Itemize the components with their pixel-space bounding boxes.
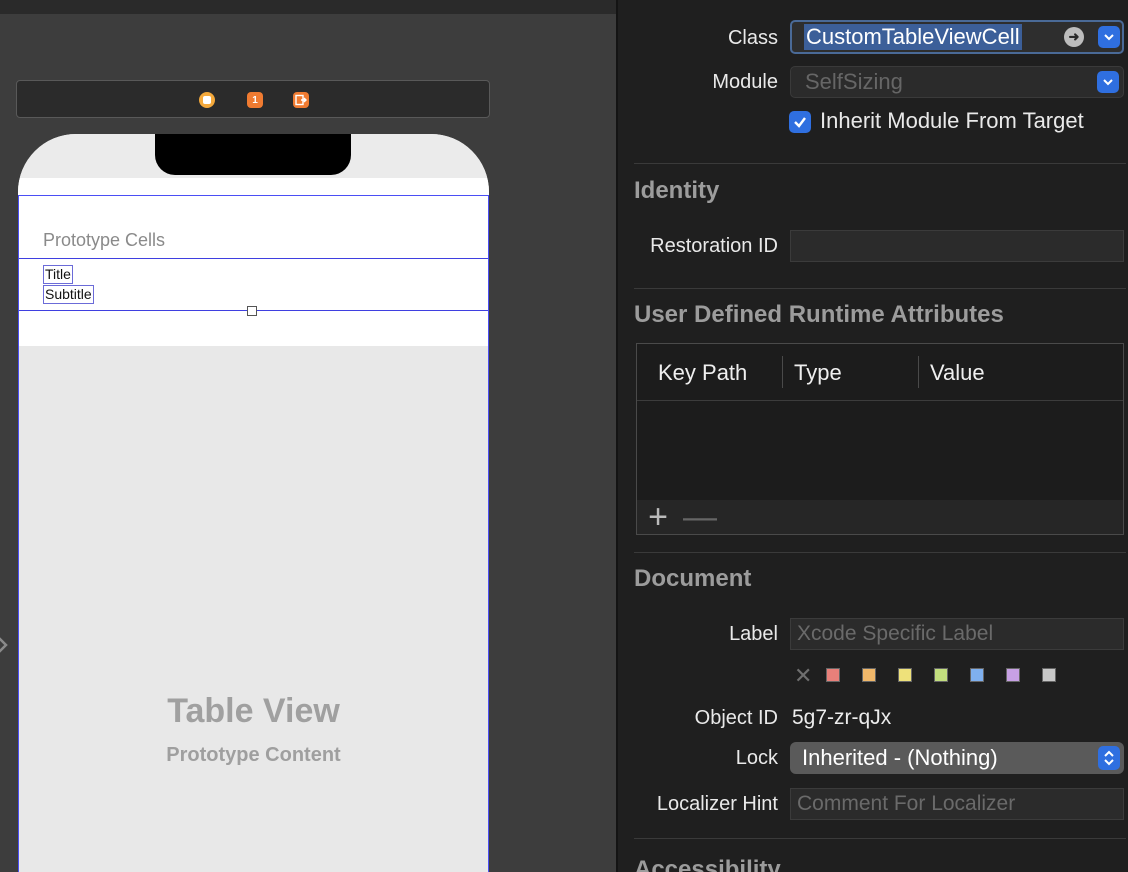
chevron-down-icon[interactable] xyxy=(1097,71,1119,93)
column-header-key-path[interactable]: Key Path xyxy=(658,360,747,386)
localizer-hint-placeholder: Comment For Localizer xyxy=(797,792,1016,815)
section-divider xyxy=(634,163,1126,164)
identity-section-title[interactable]: Identity xyxy=(634,177,719,205)
module-placeholder: SelfSizing xyxy=(805,69,903,94)
module-label: Module xyxy=(712,71,778,93)
cell-title-label[interactable]: Title xyxy=(43,265,73,284)
color-swatch-purple[interactable] xyxy=(1006,668,1020,682)
document-label-label: Label xyxy=(729,623,778,645)
object-id-value: 5g7-zr-qJx xyxy=(792,706,892,729)
up-down-chevron-icon xyxy=(1098,746,1120,770)
inherit-module-label[interactable]: Inherit Module From Target xyxy=(820,108,1084,134)
storyboard-canvas[interactable]: 1 Prototype Cells Title Subtitle Table V… xyxy=(0,0,616,872)
runtime-attributes-table[interactable]: Key Path Type Value + — xyxy=(636,343,1124,535)
exit-icon[interactable] xyxy=(293,92,309,108)
lock-label: Lock xyxy=(735,747,778,769)
runtime-attributes-section-title[interactable]: User Defined Runtime Attributes xyxy=(634,301,1004,329)
inherit-module-checkbox[interactable] xyxy=(789,111,811,133)
column-header-type[interactable]: Type xyxy=(794,360,842,386)
entry-point-arrow-icon xyxy=(0,637,8,653)
add-attribute-button[interactable]: + xyxy=(643,500,673,534)
object-id-label: Object ID xyxy=(694,707,778,729)
restoration-id-field[interactable] xyxy=(790,230,1124,262)
lock-popup-button[interactable]: Inherited - (Nothing) xyxy=(790,742,1124,774)
go-to-class-arrow-icon[interactable]: ➜ xyxy=(1064,27,1084,47)
document-section-title[interactable]: Document xyxy=(634,565,751,593)
document-label-placeholder: Xcode Specific Label xyxy=(797,622,994,645)
color-swatch-blue[interactable] xyxy=(970,668,984,682)
table-header: Key Path Type Value xyxy=(637,344,1123,401)
class-label: Class xyxy=(727,27,778,49)
view-controller-icon[interactable] xyxy=(199,92,215,108)
class-combo-box[interactable]: CustomTableViewCell ➜ xyxy=(790,20,1124,54)
section-divider xyxy=(634,552,1126,553)
remove-attribute-button[interactable]: — xyxy=(683,500,717,534)
label-color-picker: ✕ xyxy=(794,665,1094,687)
cell-subtitle-label[interactable]: Subtitle xyxy=(43,285,94,304)
cell-resize-handle[interactable] xyxy=(247,306,257,316)
column-header-value[interactable]: Value xyxy=(930,360,985,386)
table-view-placeholder-subtitle: Prototype Content xyxy=(166,744,341,766)
color-swatch-gray[interactable] xyxy=(1042,668,1056,682)
column-separator xyxy=(782,356,783,388)
checkmark-icon xyxy=(794,117,806,128)
class-value[interactable]: CustomTableViewCell xyxy=(804,24,1022,50)
table-footer: + — xyxy=(637,500,1123,534)
table-section-header: Prototype Cells xyxy=(43,230,166,250)
device-notch xyxy=(155,134,351,175)
color-swatch-orange[interactable] xyxy=(862,668,876,682)
document-label-field[interactable]: Xcode Specific Label xyxy=(790,618,1124,650)
iphone-frame: Prototype Cells Title Subtitle Table Vie… xyxy=(18,134,489,872)
color-swatch-green[interactable] xyxy=(934,668,948,682)
color-swatch-red[interactable] xyxy=(826,668,840,682)
module-combo-box[interactable]: SelfSizing xyxy=(790,66,1124,98)
chevron-down-icon[interactable] xyxy=(1098,26,1120,48)
section-divider xyxy=(634,288,1126,289)
section-divider xyxy=(634,838,1126,839)
first-responder-icon[interactable]: 1 xyxy=(247,92,263,108)
column-separator xyxy=(918,356,919,388)
prototype-cell[interactable]: Title Subtitle xyxy=(18,258,489,316)
color-swatch-yellow[interactable] xyxy=(898,668,912,682)
accessibility-section-title[interactable]: Accessibility xyxy=(634,856,781,872)
no-color-icon[interactable]: ✕ xyxy=(794,665,812,687)
restoration-id-label: Restoration ID xyxy=(650,235,778,257)
first-responder-badge: 1 xyxy=(252,94,258,106)
lock-value: Inherited - (Nothing) xyxy=(802,745,998,770)
identity-inspector: Class CustomTableViewCell ➜ Module SelfS… xyxy=(616,0,1128,872)
localizer-hint-field[interactable]: Comment For Localizer xyxy=(790,788,1124,820)
localizer-hint-label: Localizer Hint xyxy=(656,793,778,815)
table-view-placeholder-title: Table View xyxy=(167,692,340,730)
canvas-top-bar xyxy=(0,0,616,14)
scene-dock: 1 xyxy=(16,80,490,118)
